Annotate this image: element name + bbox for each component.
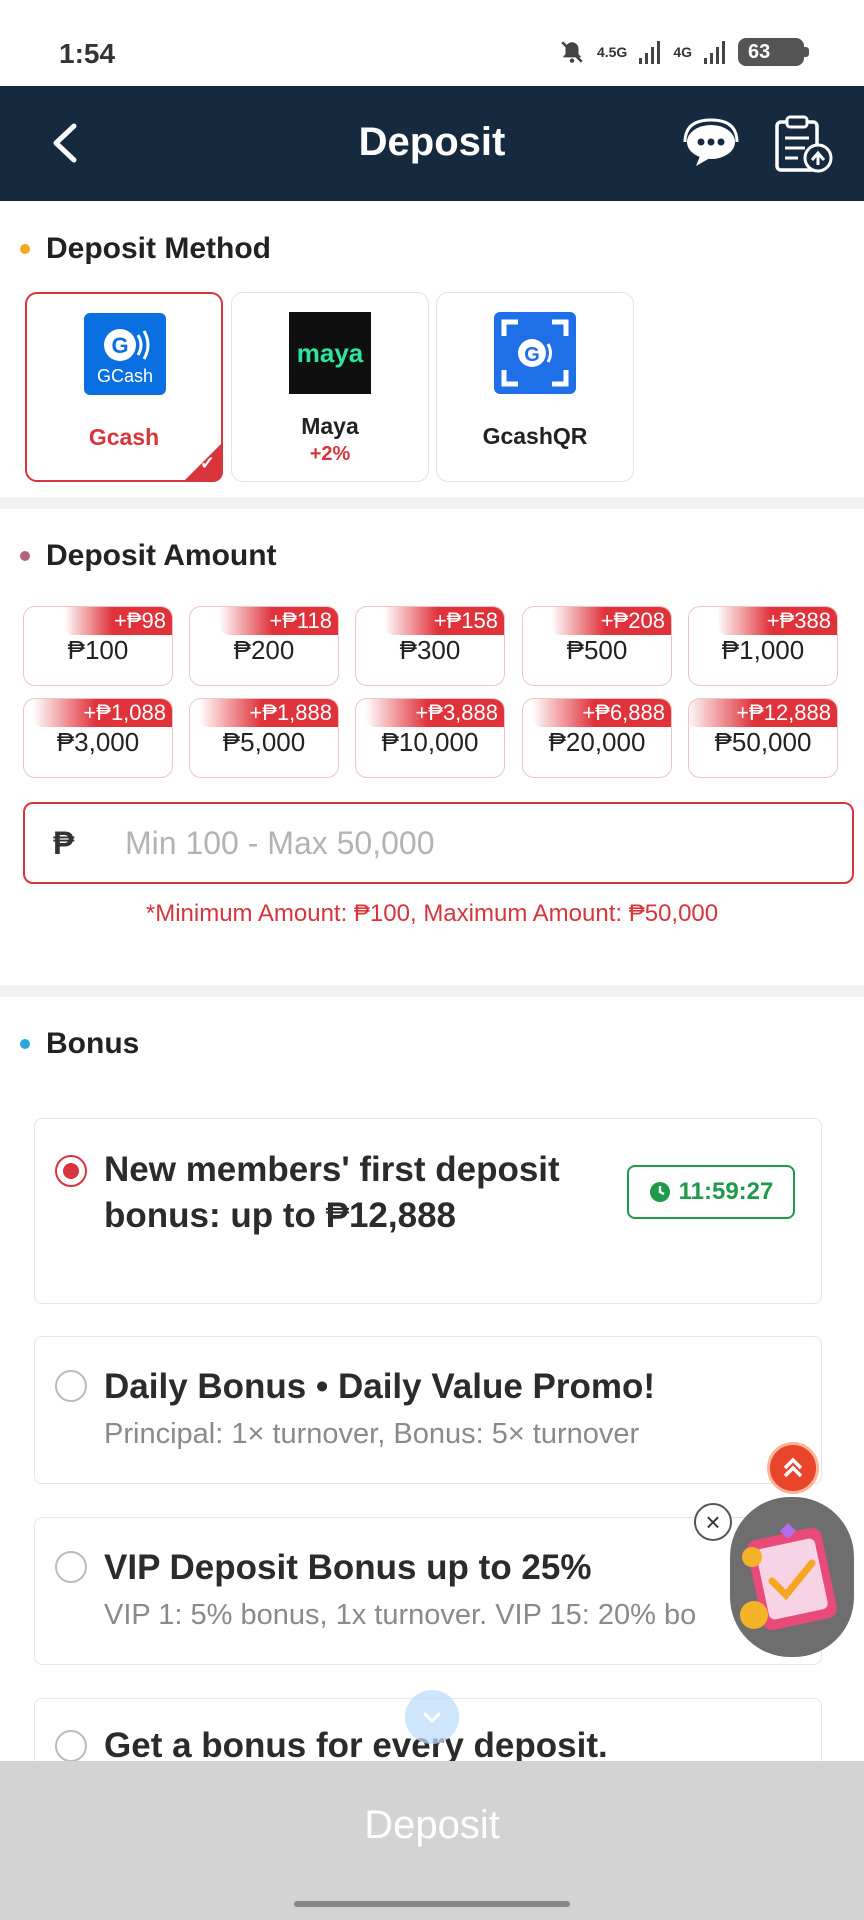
deposit-method-title: Deposit Method [46,232,271,265]
battery-indicator: 63 [738,38,809,66]
method-bonus-maya: +2% [309,443,351,465]
chip-bonus-badge: +₱6,888 [532,699,671,727]
chip-amount: ₱5,000 [222,727,306,757]
amount-chip[interactable]: +₱208 ₱500 [522,606,672,686]
home-indicator [294,1901,570,1907]
bonus-heading: Bonus [20,1027,139,1061]
bonus-option-first-deposit[interactable]: New members' first deposit bonus: up to … [34,1118,822,1304]
bonus-option-title: Daily Bonus • Daily Value Promo! [104,1367,656,1406]
network-type-1: 4.5G [596,44,628,60]
amount-input[interactable] [125,824,852,862]
chat-support-icon[interactable] [682,116,740,171]
maya-logo: maya [289,312,371,394]
signal-icon [639,41,661,64]
qr-scan-icon: G [501,319,569,387]
section-dot [20,551,30,561]
deposit-button[interactable]: Deposit [0,1761,864,1889]
check-icon: ✓ [199,453,215,473]
section-dot [20,244,30,254]
chip-amount: ₱50,000 [714,727,812,757]
chip-bonus-badge: +₱3,888 [365,699,504,727]
chip-amount: ₱500 [566,635,628,665]
bonus-title: Bonus [46,1027,140,1060]
section-divider [0,985,864,997]
amount-chip[interactable]: +₱118 ₱200 [189,606,339,686]
status-bar: 1:54 4.5G 4G 63 [0,0,864,86]
chevron-down-icon [423,1712,441,1724]
chip-amount: ₱100 [67,635,129,665]
svg-text:G: G [524,344,540,366]
countdown-time: 11:59:27 [678,1178,774,1205]
notifications-muted-icon [561,41,583,63]
radio-unselected[interactable] [55,1370,87,1402]
method-maya[interactable]: maya Maya +2% [231,292,429,482]
bonus-option-daily[interactable]: Daily Bonus • Daily Value Promo! Princip… [34,1336,822,1484]
radio-selected[interactable] [55,1155,87,1187]
chip-amount: ₱300 [399,635,461,665]
scroll-to-top-button[interactable] [767,1442,819,1494]
bonus-option-title-line2: bonus: up to ₱12,888 [104,1196,456,1235]
deposit-amount-heading: Deposit Amount [20,539,277,573]
radio-unselected[interactable] [55,1551,87,1583]
svg-text:G: G [111,333,128,358]
maya-logo-text: maya [296,337,364,368]
countdown-badge: 11:59:27 [627,1165,795,1219]
method-gcashqr[interactable]: G GcashQR [436,292,634,482]
amount-chip[interactable]: +₱3,888 ₱10,000 [355,698,505,778]
chip-amount: ₱1,000 [721,635,805,665]
amount-chip[interactable]: +₱1,088 ₱3,000 [23,698,173,778]
gcash-logo: G GCash [84,313,166,395]
deposit-method-heading: Deposit Method [20,232,271,266]
chip-bonus-badge: +₱1,088 [33,699,172,727]
amount-chip[interactable]: +₱388 ₱1,000 [688,606,838,686]
chip-bonus-badge: +₱388 [716,607,837,635]
chip-bonus-badge: +₱1,888 [199,699,338,727]
deposit-footer: Deposit [0,1761,864,1920]
clock-icon [649,1182,670,1202]
chip-amount: ₱20,000 [548,727,646,757]
scroll-down-hint[interactable] [405,1690,459,1744]
gcashqr-logo: G [494,312,576,394]
amount-input-box[interactable]: ₱ [23,802,854,884]
chip-amount: ₱10,000 [381,727,479,757]
amount-limit-note: *Minimum Amount: ₱100, Maximum Amount: ₱… [145,900,719,927]
gift-box-icon [740,1523,837,1631]
promo-gift-widget[interactable] [730,1497,854,1657]
chip-bonus-badge: +₱118 [219,607,338,635]
chip-bonus-badge: +₱98 [64,607,172,635]
app-header: Deposit [0,86,864,201]
double-chevron-up-icon [783,1457,803,1478]
bonus-option-title-line1: New members' first deposit [104,1150,560,1189]
chip-bonus-badge: +₱208 [550,607,671,635]
method-name-gcashqr: GcashQR [482,423,588,449]
radio-unselected[interactable] [55,1730,87,1762]
status-time: 1:54 [59,38,116,69]
chip-bonus-badge: +₱12,888 [689,699,837,727]
gcash-logo-text: GCash [96,366,154,386]
amount-chip[interactable]: +₱6,888 ₱20,000 [522,698,672,778]
clipboard-history-icon[interactable] [772,114,834,174]
section-divider [0,497,864,509]
amount-chip[interactable]: +₱1,888 ₱5,000 [189,698,339,778]
signal-icon-2 [704,41,725,64]
network-type-2: 4G [673,44,692,60]
amount-chip[interactable]: +₱98 ₱100 [23,606,173,686]
amount-chip[interactable]: +₱158 ₱300 [355,606,505,686]
close-icon[interactable]: × [694,1503,732,1541]
bonus-option-vip[interactable]: VIP Deposit Bonus up to 25% VIP 1: 5% bo… [34,1517,822,1665]
chip-amount: ₱200 [233,635,295,665]
method-gcash[interactable]: G GCash Gcash ✓ [25,292,223,482]
section-dot [20,1039,30,1049]
chip-bonus-badge: +₱158 [383,607,504,635]
chip-amount: ₱3,000 [56,727,140,757]
bonus-option-subtitle: VIP 1: 5% bonus, 1x turnover. VIP 15: 20… [104,1599,697,1631]
amount-chip[interactable]: +₱12,888 ₱50,000 [688,698,838,778]
bonus-option-subtitle: Principal: 1× turnover, Bonus: 5× turnov… [104,1418,640,1450]
deposit-amount-title: Deposit Amount [46,539,277,572]
status-icons: 4.5G 4G 63 [559,38,809,66]
bonus-option-title: VIP Deposit Bonus up to 25% [104,1548,592,1587]
currency-prefix: ₱ [53,824,75,861]
method-name-maya: Maya [301,413,359,439]
